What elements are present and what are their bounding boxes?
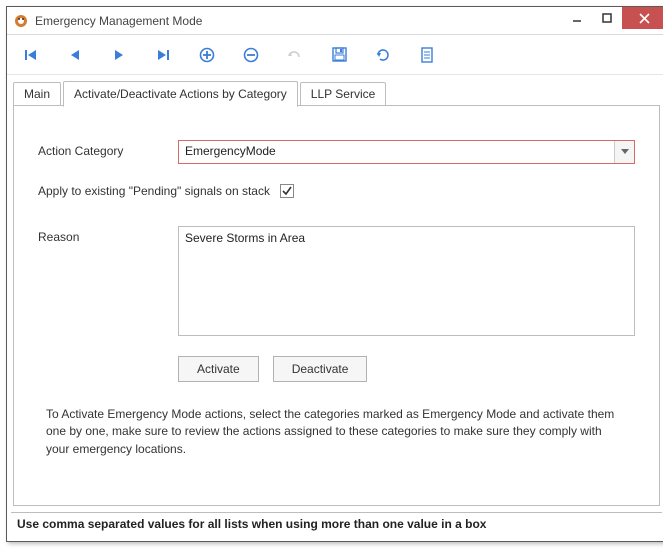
tab-bar: Main Activate/Deactivate Actions by Cate… [7,75,663,106]
document-icon[interactable] [417,45,437,65]
activate-button[interactable]: Activate [178,356,259,382]
instructions-text: To Activate Emergency Mode actions, sele… [38,406,635,458]
refresh-icon[interactable] [373,45,393,65]
save-icon[interactable] [329,45,349,65]
next-record-icon[interactable] [109,45,129,65]
last-record-icon[interactable] [153,45,173,65]
tab-llp-service[interactable]: LLP Service [300,82,386,106]
close-button[interactable] [622,7,663,29]
emergency-management-window: Emergency Management Mode [6,6,663,542]
app-icon [13,13,29,29]
action-category-label: Action Category [38,140,178,158]
window-title: Emergency Management Mode [35,14,562,28]
pending-signals-label: Apply to existing "Pending" signals on s… [38,184,270,198]
deactivate-button[interactable]: Deactivate [273,356,368,382]
reason-label: Reason [38,226,178,244]
minimize-button[interactable] [562,7,592,29]
prev-record-icon[interactable] [65,45,85,65]
maximize-button[interactable] [592,7,622,29]
status-bar: Use comma separated values for all lists… [11,512,662,537]
titlebar: Emergency Management Mode [7,7,663,35]
chevron-down-icon[interactable] [614,141,634,163]
action-category-combo[interactable]: EmergencyMode [178,140,635,164]
remove-icon[interactable] [241,45,261,65]
add-icon[interactable] [197,45,217,65]
reason-textarea[interactable]: Severe Storms in Area [178,226,635,336]
tab-activate-deactivate[interactable]: Activate/Deactivate Actions by Category [63,81,298,107]
first-record-icon[interactable] [21,45,41,65]
toolbar [7,35,663,75]
undo-icon[interactable] [285,45,305,65]
tab-main[interactable]: Main [13,82,61,106]
action-category-value: EmergencyMode [179,141,614,163]
pending-signals-checkbox[interactable] [280,184,294,198]
tab-panel-activate: Action Category EmergencyMode Apply to e… [13,106,660,506]
